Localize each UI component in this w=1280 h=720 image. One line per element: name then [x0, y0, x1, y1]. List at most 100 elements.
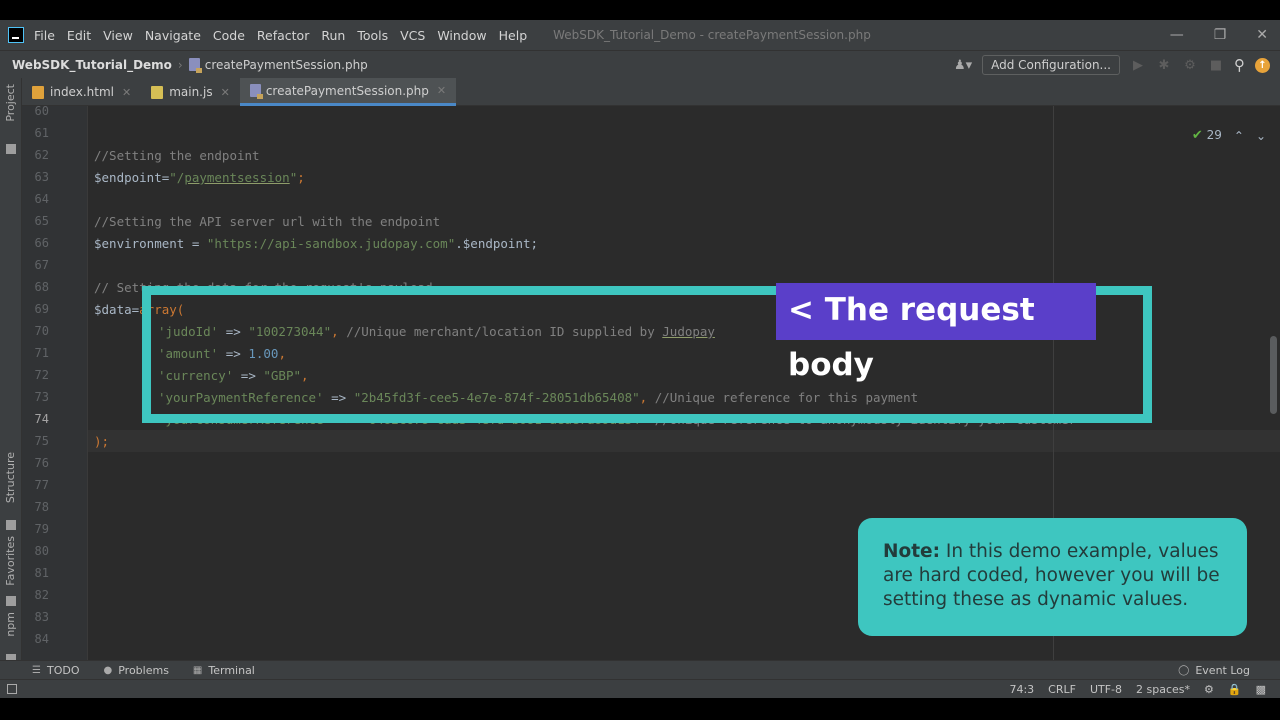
menu-code[interactable]: Code: [213, 28, 245, 43]
menu-view[interactable]: View: [103, 28, 133, 43]
gear-icon[interactable]: ⚙: [1204, 683, 1214, 696]
tab-create-payment-session[interactable]: createPaymentSession.php ✕: [239, 78, 457, 106]
line-number: 83: [34, 610, 49, 624]
line-number: 63: [34, 170, 49, 184]
punctuation: );: [94, 434, 110, 449]
tab-main-js[interactable]: main.js ✕: [141, 78, 240, 106]
project-tool-button[interactable]: Project: [4, 84, 17, 122]
tab-close-icon[interactable]: ✕: [122, 86, 131, 99]
navigation-bar: WebSDK_Tutorial_Demo › createPaymentSess…: [0, 50, 1280, 78]
php-file-icon: [249, 84, 263, 99]
string: "/: [169, 170, 185, 185]
line-number: 84: [34, 632, 49, 646]
phpstorm-logo-icon: [8, 27, 24, 43]
terminal-tool-button[interactable]: ▦ Terminal: [193, 664, 255, 677]
file-encoding[interactable]: UTF-8: [1090, 683, 1122, 696]
window-controls: — ❐ ✕: [1170, 20, 1268, 50]
menu-vcs[interactable]: VCS: [400, 28, 425, 43]
menu-bar: File Edit View Navigate Code Refactor Ru…: [0, 20, 1280, 50]
event-log-icon: ◯: [1178, 665, 1190, 676]
php-file-icon: [188, 58, 202, 73]
line-number: 66: [34, 236, 49, 250]
code-line-65: $environment = "https://api-sandbox.judo…: [94, 233, 538, 255]
menu-refactor[interactable]: Refactor: [257, 28, 309, 43]
debug-icon[interactable]: ✱: [1156, 58, 1172, 73]
run-icon[interactable]: ▶: [1130, 58, 1146, 73]
menu-file[interactable]: File: [34, 28, 55, 43]
code-line-62: $endpoint="/paymentsession";: [94, 167, 305, 189]
menu-edit[interactable]: Edit: [67, 28, 91, 43]
line-number: 62: [34, 148, 49, 162]
close-icon[interactable]: ✕: [1256, 27, 1268, 43]
toolbar-right: ♟▾ Add Configuration... ▶ ✱ ⚙ ■ ⚲ ↑: [954, 51, 1270, 79]
coverage-icon[interactable]: ⚙: [1182, 58, 1198, 73]
todo-tool-button[interactable]: ☰ TODO: [32, 664, 79, 677]
line-number: 70: [34, 324, 49, 338]
restore-icon[interactable]: ❐: [1214, 27, 1227, 43]
menu-help[interactable]: Help: [499, 28, 528, 43]
html-file-icon: [32, 85, 44, 99]
status-bar-widgets: 74:3 CRLF UTF-8 2 spaces* ⚙ 🔒 ▩: [1009, 680, 1266, 698]
tab-index-html[interactable]: index.html ✕: [22, 78, 141, 106]
status-bar: 74:3 CRLF UTF-8 2 spaces* ⚙ 🔒 ▩: [0, 679, 1280, 698]
line-number: 76: [34, 456, 49, 470]
menu-navigate[interactable]: Navigate: [145, 28, 201, 43]
event-log-tool-button[interactable]: ◯ Event Log: [1178, 661, 1250, 680]
breadcrumb-file[interactable]: createPaymentSession.php: [205, 58, 368, 72]
line-number: 69: [34, 302, 49, 316]
tool-window-bar: ☰ TODO ● Problems ▦ Terminal ◯ Event Log: [0, 660, 1280, 679]
line-number: 71: [34, 346, 49, 360]
add-configuration-button[interactable]: Add Configuration...: [982, 55, 1120, 75]
terminal-label: Terminal: [208, 663, 255, 677]
punctuation: ;: [297, 170, 305, 185]
update-icon[interactable]: ↑: [1255, 57, 1270, 73]
inspection-widget[interactable]: ✔ 29 ⌃ ⌄: [1192, 128, 1266, 143]
window-title: WebSDK_Tutorial_Demo - createPaymentSess…: [553, 28, 871, 42]
memory-indicator-icon[interactable]: ▩: [1256, 683, 1266, 696]
note-label: Note:: [883, 541, 940, 562]
breadcrumb-separator-icon: ›: [177, 57, 183, 72]
line-number: 79: [34, 522, 49, 536]
info-icon: ●: [103, 664, 113, 676]
chevron-down-icon[interactable]: ⌄: [1256, 129, 1266, 143]
menu-tools[interactable]: Tools: [357, 28, 388, 43]
current-line-highlight: [88, 430, 1280, 452]
toggle-tool-windows-icon[interactable]: [7, 684, 17, 694]
vertical-scrollbar[interactable]: [1270, 336, 1277, 414]
line-separator[interactable]: CRLF: [1048, 683, 1076, 696]
indent-setting[interactable]: 2 spaces*: [1136, 683, 1190, 696]
check-icon: ✔: [1191, 128, 1203, 143]
variable: $endpoint=: [94, 170, 170, 185]
tab-close-icon[interactable]: ✕: [221, 86, 230, 99]
inspection-count: 29: [1206, 128, 1222, 142]
problems-label: Problems: [118, 663, 169, 677]
variable: .$endpoint;: [455, 236, 539, 251]
breadcrumb-project[interactable]: WebSDK_Tutorial_Demo: [12, 58, 172, 72]
line-number-current: 74: [34, 412, 49, 426]
tab-label: createPaymentSession.php: [265, 83, 429, 98]
structure-tool-button[interactable]: Structure: [4, 452, 17, 503]
lock-icon[interactable]: 🔒: [1228, 683, 1242, 696]
tab-close-icon[interactable]: ✕: [437, 84, 446, 97]
npm-tool-button[interactable]: npm: [4, 612, 17, 637]
search-icon[interactable]: ⚲: [1234, 56, 1245, 74]
variable: $environment =: [94, 236, 207, 251]
comment: //Setting the endpoint: [94, 148, 260, 163]
minimize-icon[interactable]: —: [1170, 27, 1184, 43]
string: "https://api-sandbox.judopay.com": [206, 236, 456, 251]
caret-position[interactable]: 74:3: [1009, 683, 1034, 696]
menu-window[interactable]: Window: [437, 28, 486, 43]
tab-label: main.js: [169, 85, 213, 99]
problems-tool-button[interactable]: ● Problems: [103, 664, 168, 677]
menu-run[interactable]: Run: [321, 28, 345, 43]
string: paymentsession: [184, 170, 290, 185]
line-number: 77: [34, 478, 49, 492]
comment: //Setting the API server url with the en…: [94, 214, 441, 229]
favorites-tool-button[interactable]: Favorites: [4, 536, 17, 586]
user-icon[interactable]: ♟▾: [954, 58, 972, 73]
line-number: 78: [34, 500, 49, 514]
chevron-up-icon[interactable]: ⌃: [1234, 129, 1244, 143]
stop-icon[interactable]: ■: [1208, 58, 1224, 73]
line-number-gutter: 60 61 62 63 64 65 66 67 68 69 70 71 72 7…: [22, 106, 88, 660]
line-number: 75: [34, 434, 49, 448]
